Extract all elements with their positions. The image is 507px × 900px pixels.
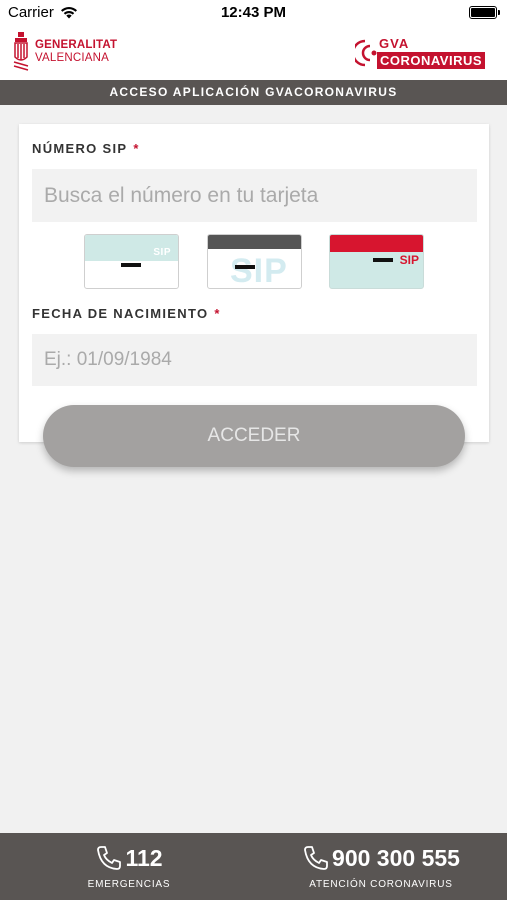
required-mark: * [214, 306, 221, 321]
status-bar: Carrier 12:43 PM [0, 0, 507, 26]
generalitat-logo: GENERALITAT VALENCIANA [12, 32, 117, 72]
birth-date-input[interactable] [32, 334, 477, 386]
sip-card-examples: SIP SIP SIP [19, 234, 489, 290]
sip-card-label: SIP [399, 253, 419, 267]
coronavirus-label: ATENCIÓN CORONAVIRUS [309, 879, 453, 890]
status-time: 12:43 PM [220, 4, 287, 21]
footer: 112 EMERGENCIAS 900 300 555 ATENCIÓN COR… [0, 833, 507, 900]
emergency-call-button[interactable]: 112 EMERGENCIAS [86, 833, 172, 900]
sip-label-text: NÚMERO SIP [32, 141, 128, 156]
sip-card-example-1: SIP [84, 234, 179, 289]
acceder-button[interactable]: ACCEDER [43, 405, 465, 467]
gva-coronavirus-logo: GVA CORONAVIRUS [355, 36, 495, 70]
coronavirus-text: CORONAVIRUS [377, 52, 486, 69]
phone-icon [304, 846, 328, 870]
emergency-number-row: 112 [86, 842, 172, 874]
coronavirus-number: 900 300 555 [332, 844, 460, 871]
broadcast-icon [355, 39, 377, 67]
generalitat-line2: VALENCIANA [35, 52, 110, 64]
sip-card-example-2: SIP [207, 234, 302, 289]
gva-text: GVA [379, 36, 410, 51]
sip-card-example-3: SIP [329, 234, 424, 289]
emergency-number: 112 [125, 844, 163, 871]
emergency-label: EMERGENCIAS [87, 879, 171, 890]
sip-number-input[interactable] [32, 169, 477, 222]
phone-icon [97, 846, 122, 870]
sip-label: NÚMERO SIP * [32, 141, 140, 156]
dob-label-text: FECHA DE NACIMIENTO [32, 306, 209, 321]
sip-card-label: SIP [153, 247, 171, 258]
app-header: GENERALITAT VALENCIANA GVA CORONAVIRUS [0, 26, 507, 80]
login-card: NÚMERO SIP * SIP SIP SIP FECHA DE NACIMIE… [19, 124, 489, 442]
coat-of-arms-icon [13, 32, 29, 71]
generalitat-text: GENERALITAT VALENCIANA [35, 39, 117, 65]
page-title: ACCESO APLICACIÓN GVACORONAVIRUS [0, 80, 507, 105]
generalitat-line1: GENERALITAT [35, 39, 118, 51]
coronavirus-number-row: 900 300 555 [292, 842, 470, 874]
dob-label: FECHA DE NACIMIENTO * [32, 306, 221, 321]
coronavirus-call-button[interactable]: 900 300 555 ATENCIÓN CORONAVIRUS [292, 833, 470, 900]
required-mark: * [133, 141, 140, 156]
battery-icon [469, 6, 500, 19]
sip-card-label: SIP [230, 252, 288, 289]
